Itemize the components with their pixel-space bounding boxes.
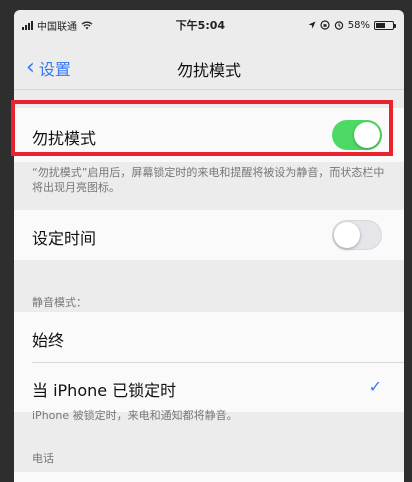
page-title: 勿扰模式 bbox=[176, 61, 241, 80]
battery-percent: 58% bbox=[347, 19, 370, 31]
rotation-lock-icon bbox=[320, 20, 330, 30]
scheduled-label: 设定时间 bbox=[32, 229, 97, 248]
signal-icon bbox=[22, 20, 33, 30]
scheduled-toggle[interactable] bbox=[332, 220, 382, 250]
wifi-icon bbox=[81, 21, 93, 29]
phone-section bbox=[14, 472, 404, 482]
location-icon bbox=[308, 21, 316, 29]
checkmark-icon: ✓ bbox=[368, 377, 382, 396]
phone-header: 电话 bbox=[32, 452, 54, 465]
navigation-bar: ‹ 设置 勿扰模式 bbox=[14, 44, 404, 90]
highlight-box bbox=[11, 100, 393, 156]
silence-options: 始终 当 iPhone 已锁定时 ✓ bbox=[14, 312, 404, 412]
carrier-label: 中国联通 bbox=[37, 21, 77, 33]
silence-option-locked[interactable]: 当 iPhone 已锁定时 ✓ bbox=[14, 362, 404, 412]
option-locked-label: 当 iPhone 已锁定时 bbox=[32, 381, 177, 400]
silence-header: 静音模式： bbox=[32, 296, 87, 309]
dnd-description: “勿扰模式”启用后，屏幕锁定时的来电和提醒将被设为静音，而状态栏中将出现月亮图标… bbox=[32, 166, 385, 194]
battery-icon bbox=[373, 20, 396, 30]
status-bar: 中国联通 下午5:04 58% bbox=[14, 10, 404, 46]
silence-footnote: iPhone 被锁定时，来电和通知都将静音。 bbox=[32, 409, 238, 422]
clock: 下午5:04 bbox=[175, 19, 226, 32]
settings-screen: 中国联通 下午5:04 58% ‹ 设置 勿扰模式 勿扰模式 “勿扰模式”启用后… bbox=[14, 10, 404, 482]
alarm-icon bbox=[334, 21, 343, 30]
option-always-label: 始终 bbox=[32, 331, 65, 350]
scheduled-row[interactable]: 设定时间 bbox=[14, 210, 404, 260]
silence-option-always[interactable]: 始终 bbox=[14, 312, 404, 362]
